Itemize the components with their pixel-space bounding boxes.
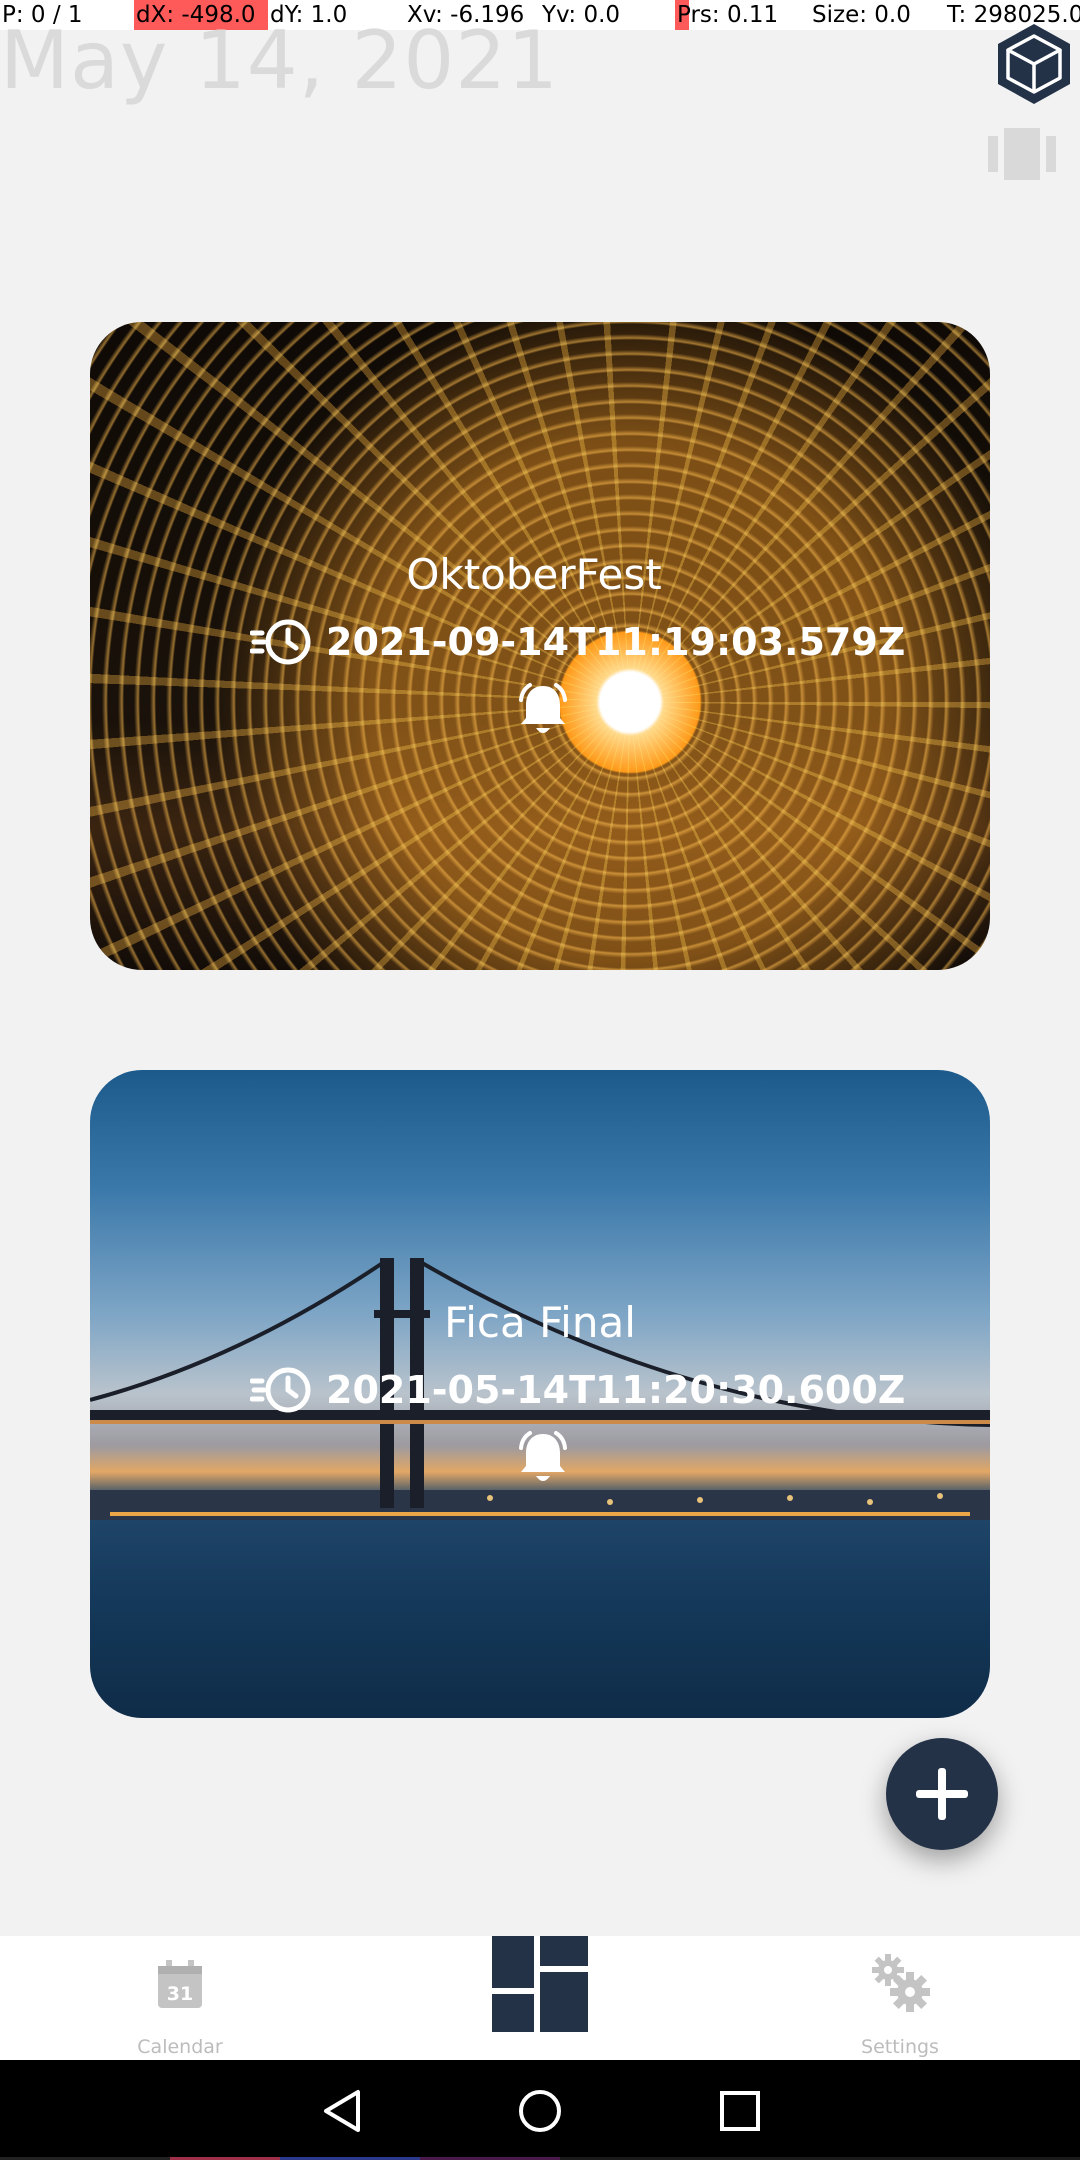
nav-item-dashboard[interactable]	[490, 1936, 590, 2060]
nav-item-settings[interactable]: Settings	[840, 1936, 960, 2060]
home-icon[interactable]	[515, 2086, 565, 2136]
event-card[interactable]: Fica Final 2021-05-14T11:20:30.600Z	[90, 1070, 990, 1718]
bottom-navigation: 31 Calendar Settings	[0, 1936, 1080, 2060]
clock-fast-icon	[250, 619, 311, 665]
add-event-button[interactable]	[886, 1738, 998, 1850]
event-datetime-row: 2021-05-14T11:20:30.600Z	[250, 1360, 905, 1420]
nav-item-calendar[interactable]: 31 Calendar	[120, 1936, 240, 2060]
calendar-icon-day: 31	[167, 1983, 193, 2005]
dashboard-icon	[492, 1936, 588, 2032]
gears-icon	[872, 1954, 930, 2012]
bell-icon[interactable]	[512, 1428, 574, 1490]
carousel-view-icon[interactable]	[988, 128, 1056, 180]
recents-icon[interactable]	[715, 2086, 765, 2136]
nav-label-settings: Settings	[861, 2036, 939, 2058]
bell-icon[interactable]	[512, 680, 574, 742]
event-datetime: 2021-05-14T11:20:30.600Z	[326, 1368, 906, 1412]
calendar-icon: 31	[158, 1960, 202, 2008]
event-datetime: 2021-09-14T11:19:03.579Z	[326, 620, 906, 664]
nav-label-calendar: Calendar	[137, 2036, 223, 2058]
back-icon[interactable]	[318, 2086, 368, 2136]
event-title: OktoberFest	[406, 550, 662, 599]
system-navigation-bar	[0, 2060, 1080, 2160]
debug-prs: Prs: 0.11	[677, 2, 779, 28]
plus-icon	[916, 1768, 968, 1820]
clock-fast-icon	[250, 1367, 311, 1413]
debug-size: Size: 0.0	[812, 2, 911, 28]
event-card[interactable]: OktoberFest 2021-09-14T11:19:03.579Z	[90, 322, 990, 970]
event-datetime-row: 2021-09-14T11:19:03.579Z	[250, 612, 905, 672]
cube-icon[interactable]	[994, 22, 1074, 106]
event-title: Fica Final	[444, 1298, 636, 1347]
page-title-date: May 14, 2021	[0, 14, 560, 107]
